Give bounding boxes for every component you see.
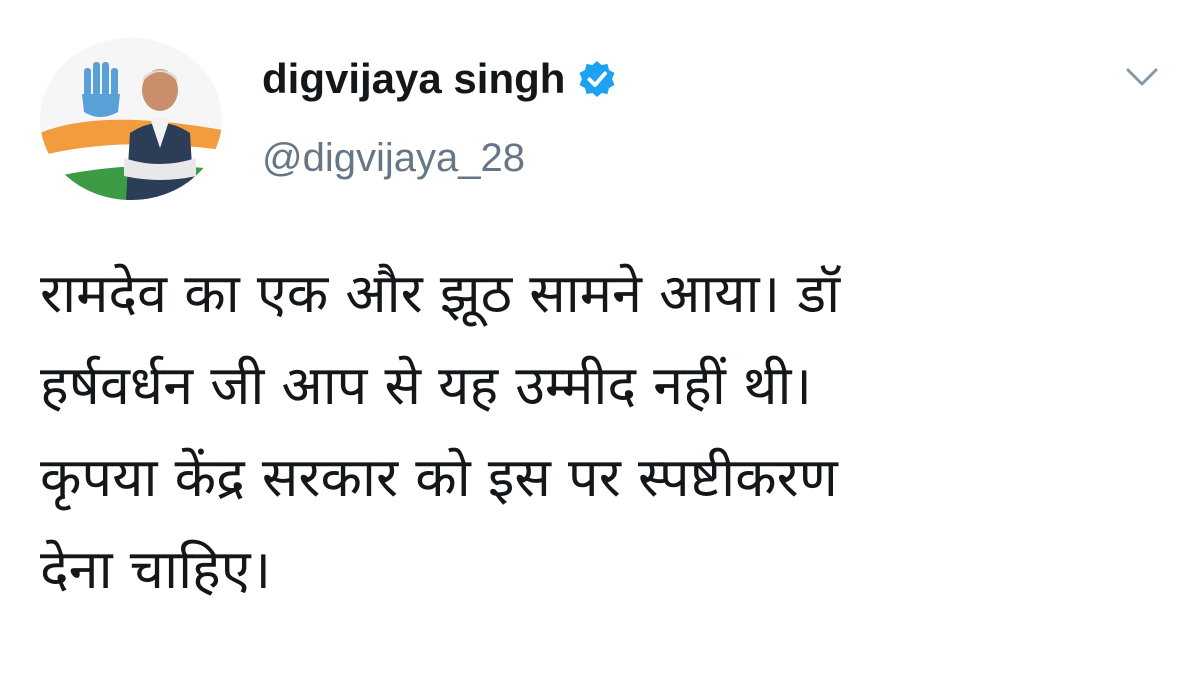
tweet-text-line: कृपया केंद्र सरकार को इस पर स्पष्टीकरण: [40, 446, 838, 509]
avatar-image: [40, 38, 222, 200]
tweet-card: digvijaya singh @digvijaya_28 रामदेव का …: [0, 0, 1200, 675]
author-name-row[interactable]: digvijaya singh: [262, 58, 617, 100]
tweet-text: रामदेव का एक और झूठ सामने आया। डॉ हर्षवर…: [40, 248, 1160, 616]
chevron-down-icon[interactable]: [1124, 64, 1160, 92]
tweet-text-line: देना चाहिए।: [40, 538, 272, 601]
tweet-text-line: हर्षवर्धन जी आप से यह उम्मीद नहीं थी।: [40, 354, 812, 417]
author-handle[interactable]: @digvijaya_28: [262, 138, 525, 178]
verified-badge-icon: [577, 59, 617, 99]
avatar[interactable]: [40, 38, 222, 200]
tweet-text-line: रामदेव का एक और झूठ सामने आया। डॉ: [40, 262, 841, 325]
display-name[interactable]: digvijaya singh: [262, 58, 565, 100]
